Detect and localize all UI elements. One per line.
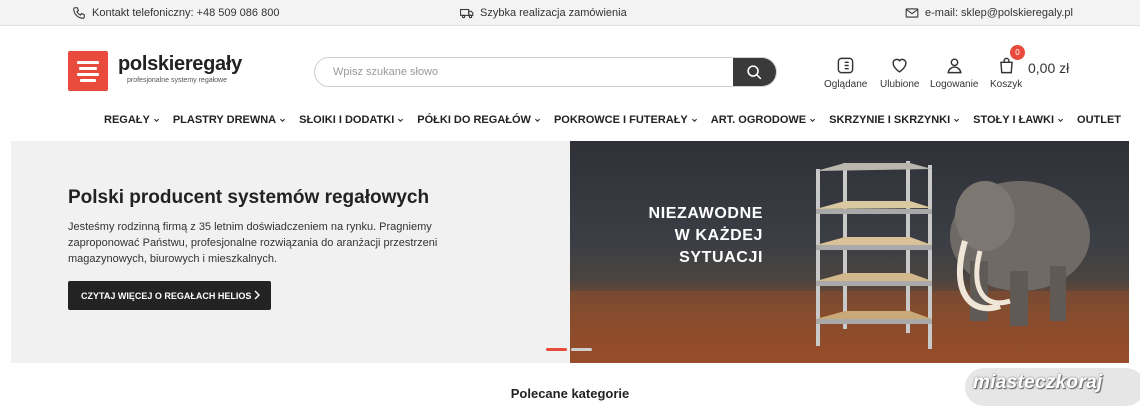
chevron-down-icon	[534, 118, 540, 122]
search-bar	[314, 57, 777, 87]
chevron-down-icon	[954, 118, 960, 122]
chevron-down-icon	[398, 118, 404, 122]
main-navigation: REGAŁY PLASTRY DREWNA SŁOIKI I DODATKI P…	[104, 112, 1134, 128]
banner-slogan: NIEZAWODNE W KAŻDEJ SYTUACJI	[648, 205, 763, 266]
nav-item-art-ogrodowe[interactable]: ART. OGRODOWE	[711, 112, 816, 128]
chevron-down-icon	[691, 118, 697, 122]
slider-dot-2[interactable]	[571, 348, 592, 351]
logo-icon	[68, 51, 108, 91]
fast-delivery-text: Szybka realizacja zamówienia	[480, 7, 627, 19]
cart-label: Koszyk	[990, 79, 1023, 90]
favorites-label: Ulubione	[880, 79, 920, 90]
chevron-down-icon	[810, 118, 816, 122]
favorites-link[interactable]: Ulubione	[880, 56, 919, 90]
email-text: e-mail: sklep@polskieregaly.pl	[925, 7, 1073, 19]
nav-item-outlet[interactable]: OUTLET	[1077, 112, 1121, 128]
nav-item-pokrowce[interactable]: POKROWCE I FUTERAŁY	[554, 112, 698, 128]
nav-item-polki[interactable]: PÓŁKI DO REGAŁÓW	[417, 112, 541, 128]
site-logo[interactable]: polskieregały profesjonalne systemy rega…	[68, 51, 242, 91]
nav-item-sloiki[interactable]: SŁOIKI I DODATKI	[299, 112, 404, 128]
cart-link[interactable]: Koszyk	[990, 56, 1022, 90]
search-icon	[747, 64, 762, 79]
watermark-text: miasteczkoraj	[973, 372, 1103, 393]
chevron-down-icon	[280, 118, 286, 122]
nav-item-stoly[interactable]: STOŁY I ŁAWKI	[973, 112, 1064, 128]
hero-description: Jesteśmy rodzinną firmą z 35 letnim dośw…	[68, 221, 438, 265]
read-more-label: CZYTAJ WIĘCEJ O REGAŁACH HELIOS	[81, 290, 252, 301]
viewed-products-link[interactable]: Oglądane	[824, 56, 867, 90]
slider-dot-1[interactable]	[546, 348, 567, 351]
nav-item-plastry-drewna[interactable]: PLASTRY DREWNA	[173, 112, 286, 128]
read-more-button[interactable]: CZYTAJ WIĘCEJ O REGAŁACH HELIOS	[68, 281, 271, 310]
logo-name: polskieregały	[118, 53, 242, 75]
nav-item-regaly[interactable]: REGAŁY	[104, 112, 160, 128]
slider-pagination	[546, 348, 596, 351]
truck-icon	[460, 8, 474, 19]
viewed-list-icon	[837, 57, 854, 74]
top-info-bar: Kontakt telefoniczny: +48 509 086 800 Sz…	[0, 0, 1140, 26]
email-contact[interactable]: e-mail: sklep@polskieregaly.pl	[905, 0, 1073, 26]
phone-text: Kontakt telefoniczny: +48 509 086 800	[92, 7, 280, 19]
mail-icon	[905, 8, 919, 18]
cart-total[interactable]: 0,00 zł	[1028, 60, 1069, 76]
chevron-right-icon	[254, 290, 260, 300]
chevron-down-icon	[1058, 118, 1064, 122]
cart-count-badge: 0	[1010, 45, 1025, 60]
logo-tagline: profesjonalne systemy regałowe	[127, 77, 227, 84]
nav-item-skrzynie[interactable]: SKRZYNIE I SKRZYNKI	[829, 112, 960, 128]
search-input[interactable]	[315, 58, 735, 86]
viewed-label: Oglądane	[824, 79, 868, 90]
login-label: Logowanie	[930, 79, 979, 90]
login-link[interactable]: Logowanie	[930, 56, 978, 90]
heart-icon	[892, 58, 907, 73]
hero-title: Polski producent systemów regałowych	[68, 187, 430, 208]
watermark: miasteczkoraj	[965, 368, 1140, 406]
hero-banner-image[interactable]: NIEZAWODNE W KAŻDEJ SYTUACJI	[570, 141, 1129, 363]
chevron-down-icon	[153, 118, 159, 122]
search-button[interactable]	[733, 58, 776, 86]
phone-contact[interactable]: Kontakt telefoniczny: +48 509 086 800	[72, 0, 279, 26]
phone-icon	[73, 7, 85, 19]
user-icon	[946, 58, 962, 74]
fast-delivery-info: Szybka realizacja zamówienia	[460, 0, 627, 26]
